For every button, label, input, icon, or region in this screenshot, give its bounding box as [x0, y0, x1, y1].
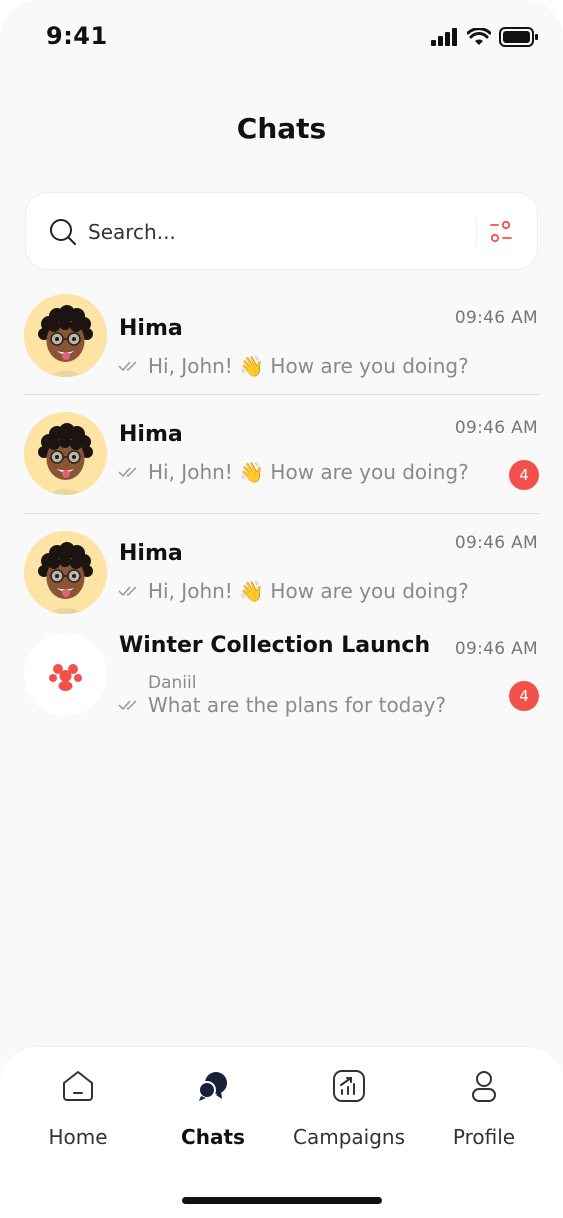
chat-time: 09:46 AM	[454, 533, 538, 553]
chat-message: Hi, John! 👋 How are you doing?	[148, 579, 469, 603]
double-check-icon	[118, 465, 142, 479]
chat-time: 09:46 AM	[454, 308, 538, 328]
double-check-icon	[118, 359, 142, 373]
avatar	[24, 531, 107, 614]
home-indicator	[182, 1197, 382, 1204]
chat-item[interactable]: Winter Collection Launch 09:46 AM Daniil…	[0, 633, 563, 733]
bottom-tab-bar: Home Chats Campaigns Profile	[0, 1046, 563, 1218]
unread-badge: 4	[509, 460, 539, 490]
tab-label: Campaigns	[292, 1125, 405, 1149]
status-bar: 9:41	[0, 0, 563, 72]
search-icon	[50, 219, 76, 245]
chat-message: Hi, John! 👋 How are you doing?	[148, 354, 469, 378]
tab-profile[interactable]: Profile	[419, 1047, 549, 1167]
search-bar	[25, 192, 538, 270]
chat-item[interactable]: Hima 09:46 AM Hi, John! 👋 How are you do…	[0, 294, 563, 394]
campaigns-icon	[333, 1070, 365, 1102]
chat-preview: What are the plans for today?	[118, 693, 446, 717]
sender-name: Daniil	[148, 673, 197, 693]
search-input[interactable]	[88, 215, 468, 249]
home-icon	[63, 1071, 93, 1101]
chat-preview: Hi, John! 👋 How are you doing?	[118, 460, 469, 484]
tab-label: Home	[48, 1125, 108, 1149]
double-check-icon	[118, 584, 142, 598]
tab-chats[interactable]: Chats	[148, 1047, 278, 1167]
tab-home[interactable]: Home	[13, 1047, 143, 1167]
chat-divider	[24, 394, 539, 395]
chats-icon	[198, 1072, 227, 1101]
chat-name: Winter Collection Launch	[119, 633, 431, 658]
chat-item[interactable]: Hima 09:46 AM Hi, John! 👋 How are you do…	[0, 412, 563, 512]
cellular-signal-icon	[431, 28, 457, 46]
chat-name: Hima	[119, 422, 183, 447]
page-title: Chats	[236, 112, 327, 145]
group-avatar	[24, 633, 107, 716]
tab-campaigns[interactable]: Campaigns	[284, 1047, 414, 1167]
avatar	[24, 412, 107, 495]
avatar	[24, 294, 107, 377]
chat-preview: Hi, John! 👋 How are you doing?	[118, 579, 469, 603]
filter-icon[interactable]	[488, 219, 514, 245]
chat-time: 09:46 AM	[454, 639, 538, 659]
chat-time: 09:46 AM	[454, 418, 538, 438]
chats-screen: 9:41 Chats Search... Hima 09:46 AM Hi, J…	[0, 0, 563, 1218]
unread-badge: 4	[509, 681, 539, 711]
status-time: 9:41	[46, 22, 108, 50]
tab-label: Profile	[452, 1125, 516, 1149]
chat-name: Hima	[119, 541, 183, 566]
search-divider	[476, 217, 477, 247]
chat-preview: Hi, John! 👋 How are you doing?	[118, 354, 469, 378]
battery-icon	[499, 27, 538, 47]
profile-icon	[472, 1071, 496, 1102]
chat-item[interactable]: Hima 09:46 AM Hi, John! 👋 How are you do…	[0, 531, 563, 631]
chat-message: What are the plans for today?	[148, 693, 447, 717]
chat-divider	[24, 513, 539, 514]
double-check-icon	[118, 698, 142, 712]
chat-message: Hi, John! 👋 How are you doing?	[148, 460, 469, 484]
brand-logo-icon	[49, 664, 82, 691]
chat-name: Hima	[119, 316, 183, 341]
status-icons	[431, 26, 539, 48]
wifi-icon	[467, 28, 491, 45]
tab-label: Chats	[181, 1125, 245, 1149]
